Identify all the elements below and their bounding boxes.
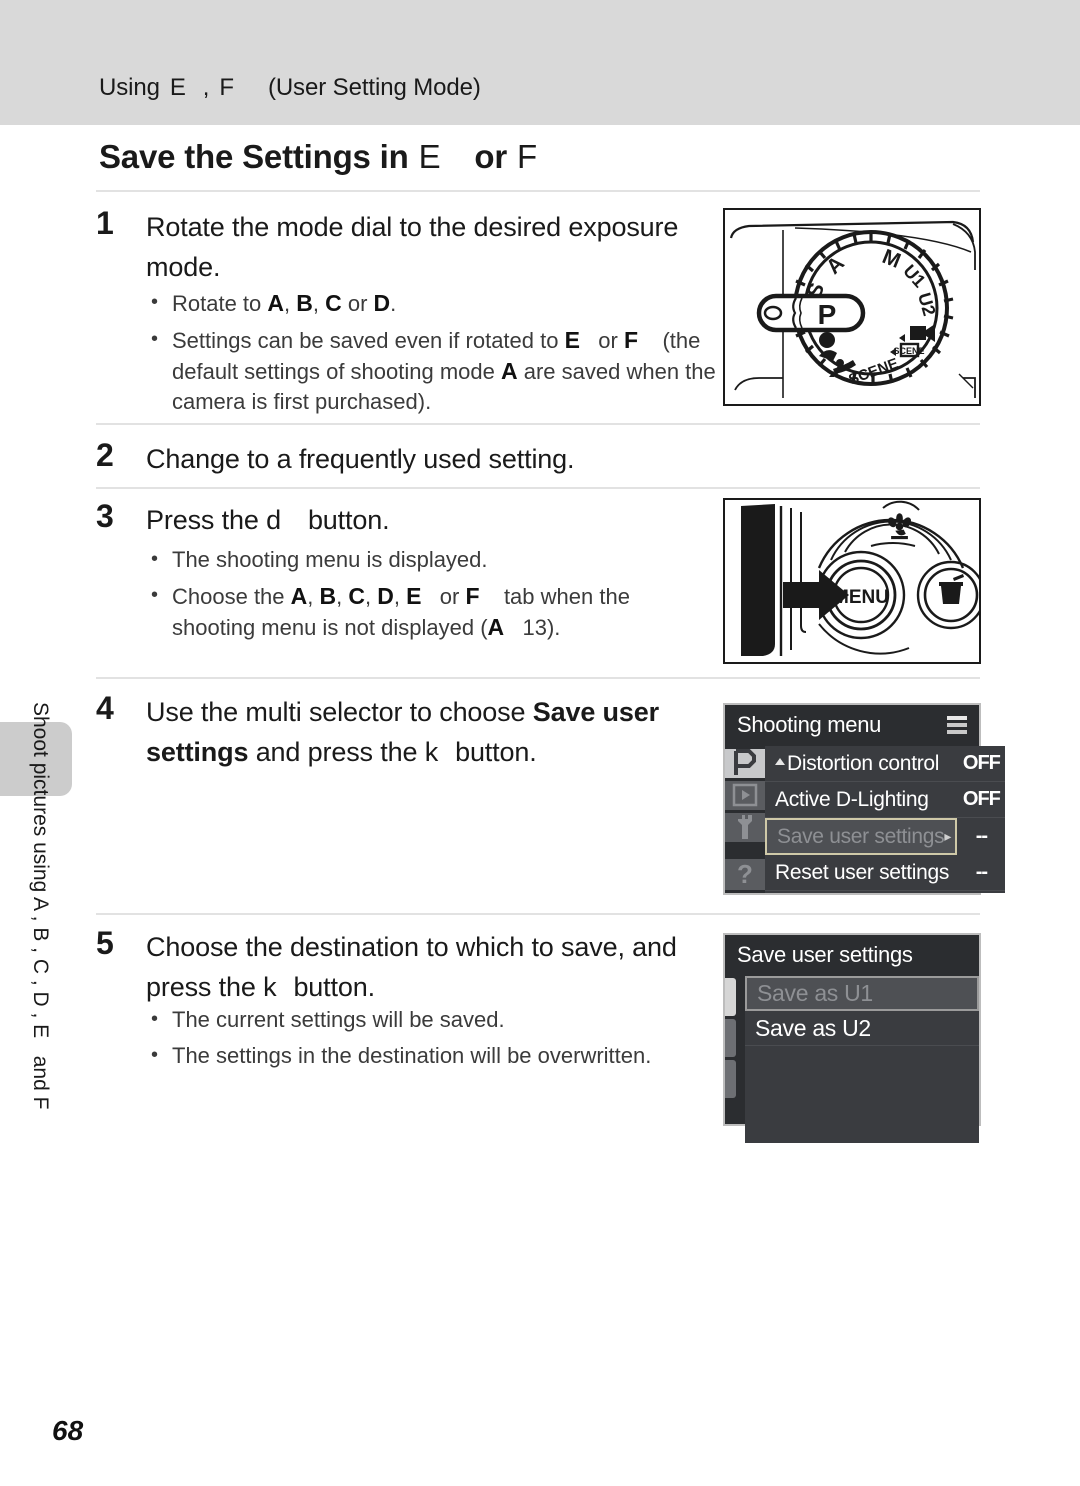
save-dialog-tab-1[interactable]	[725, 978, 736, 1016]
menu-row-label: Save user settings	[777, 824, 945, 848]
shooting-menu-screenshot: Shooting menu ? Distortion control OFF A…	[723, 703, 1006, 895]
step-4-heading-mid: and press the	[255, 737, 418, 767]
help-tab-icon[interactable]: ?	[725, 859, 765, 890]
sidebar-text-post: and F	[29, 1055, 52, 1110]
step-5-bullet-2: The settings in the destination will be …	[146, 1040, 716, 1071]
step-1-heading: Rotate the mode dial to the desired expo…	[146, 212, 679, 282]
step-5-bullets: The current settings will be saved. The …	[146, 1004, 716, 1077]
step-3-number: 3	[96, 498, 114, 534]
rule-above-step-2	[96, 423, 980, 425]
menu-row-active-d-lighting[interactable]: Active D-Lighting OFF	[765, 782, 1006, 818]
step-1-bullet-1: Rotate to A, B, C or D.	[146, 287, 716, 319]
step-1-number: 1	[96, 205, 114, 241]
tab-spacer	[725, 845, 765, 859]
rule-under-title	[96, 190, 980, 192]
save-as-u1-row[interactable]: Save as U1	[745, 976, 979, 1011]
wrench-icon	[738, 815, 752, 840]
menu-row-label: Distortion control	[765, 752, 957, 776]
save-dialog-title: Save user settings	[737, 942, 913, 967]
mode-dial-illustration: P S A M U1 U2 SCENE SCENE	[723, 208, 981, 406]
step-5-heading-pre: Choose the destination to which to save,…	[146, 932, 677, 1002]
menu-row-value: --	[957, 818, 1006, 855]
page-title-symbol-u1: E	[418, 138, 441, 175]
shooting-menu-title: Shooting menu	[737, 712, 882, 737]
step-5-number: 5	[96, 925, 114, 961]
step-3-heading: Press the d button.	[146, 500, 706, 540]
menu-row-distortion-control[interactable]: Distortion control OFF	[765, 746, 1006, 782]
rule-above-step-3	[96, 487, 980, 489]
menu-row-label: Reset user settings	[775, 860, 950, 884]
running-head-comma: ,	[202, 74, 210, 101]
shooting-menu-tab-column: ?	[725, 746, 765, 893]
chevron-right-icon: ▸	[944, 828, 952, 844]
svg-text:P: P	[818, 299, 837, 330]
menu-row-save-user-settings[interactable]: Save user settings ▸	[765, 818, 958, 855]
save-user-settings-screenshot: Save user settings Save as U1 Save as U2	[723, 933, 981, 1143]
rule-above-step-5	[96, 913, 980, 915]
playback-tab-icon[interactable]	[725, 780, 765, 810]
menu-empty-area	[765, 891, 1006, 893]
svg-text:SCENE: SCENE	[893, 346, 924, 356]
step-4-heading: Use the multi selector to choose Save us…	[146, 692, 706, 772]
save-as-u2-row[interactable]: Save as U2	[745, 1011, 979, 1046]
running-head-symbol-u2: F	[219, 74, 234, 101]
menu-row-value: --	[975, 861, 988, 883]
step-3-bullet-2: Choose the A, B, C, D, E or F tab when t…	[146, 580, 716, 643]
menu-hamburger-icon	[947, 716, 967, 737]
save-dialog-body: Save as U1 Save as U2	[725, 976, 979, 1143]
step-2: 2 Change to a frequently used setting.	[96, 437, 980, 483]
menu-row-reset-user-settings[interactable]: Reset user settings --	[765, 855, 1006, 891]
running-head: Using E, F (User Setting Mode)	[99, 74, 481, 102]
shooting-tab-icon[interactable]	[725, 749, 765, 778]
page-title: Save the Settings in Eor F	[99, 138, 537, 176]
step-3-heading-pre: Press the	[146, 505, 259, 535]
save-dialog-empty-area	[745, 1046, 979, 1143]
step-5-heading-post: button.	[293, 972, 375, 1002]
running-head-prefix: Using	[99, 74, 160, 101]
step-4-number: 4	[96, 690, 114, 726]
step-5-heading-symbol-ok: k	[263, 972, 277, 1002]
step-3-bullets: The shooting menu is displayed. Choose t…	[146, 544, 716, 649]
shooting-menu-rows: Distortion control OFF Active D-Lighting…	[765, 746, 1006, 893]
save-dialog-rows: Save as U1 Save as U2	[745, 976, 979, 1143]
step-4-heading-pre: Use the multi selector to choose	[146, 697, 526, 727]
step-4-heading-post: button.	[455, 737, 537, 767]
section-sidebar-label: Shoot pictures using A , B , C , D , E a…	[28, 702, 52, 1322]
step-1-bullet-2: Settings can be saved even if rotated to…	[146, 324, 716, 417]
menu-button-svg: MENU	[723, 498, 981, 664]
menu-button-illustration: MENU	[723, 498, 981, 664]
rule-above-step-4	[96, 677, 980, 679]
running-head-symbol-u1: E	[169, 74, 186, 101]
save-dialog-tab-2[interactable]	[725, 1019, 736, 1057]
scroll-up-marker-icon	[775, 757, 785, 765]
running-head-suffix: (User Setting Mode)	[267, 74, 481, 101]
setup-tab-icon[interactable]	[725, 812, 765, 842]
menu-row-label: Active D-Lighting	[775, 787, 929, 811]
page-title-symbol-u2: F	[517, 138, 537, 175]
page-number: 68	[52, 1415, 84, 1446]
save-dialog-tab-3[interactable]	[725, 1060, 736, 1098]
step-3-bullet-1: The shooting menu is displayed.	[146, 544, 716, 575]
page-title-part1: Save the Settings in	[99, 138, 409, 175]
step-2-number: 2	[96, 437, 114, 473]
page-title-part2: or	[474, 138, 508, 175]
step-5-heading: Choose the destination to which to save,…	[146, 927, 706, 1007]
menu-row-value: OFF	[962, 788, 1001, 810]
sidebar-text-pre: Shoot pictures using	[29, 702, 52, 893]
step-3-heading-symbol-menu: d	[266, 505, 281, 535]
save-dialog-tab-column	[725, 976, 745, 1124]
header-band	[0, 0, 1080, 125]
sidebar-text-symbols: A , B , C , D , E	[29, 896, 52, 1039]
step-2-heading: Change to a frequently used setting.	[146, 444, 575, 474]
shooting-menu-body: ? Distortion control OFF Active D-Lighti…	[725, 746, 1006, 893]
step-3-heading-post: button.	[307, 505, 390, 535]
playback-icon	[732, 784, 758, 807]
program-mode-icon	[734, 749, 756, 776]
step-5-bullet-1: The current settings will be saved.	[146, 1004, 716, 1035]
step-1-bullets: Rotate to A, B, C or D. Settings can be …	[146, 287, 716, 423]
step-4-heading-symbol-ok: k	[424, 737, 439, 767]
mode-dial-svg: P S A M U1 U2 SCENE SCENE	[723, 208, 981, 406]
menu-row-value: OFF	[962, 752, 1001, 774]
